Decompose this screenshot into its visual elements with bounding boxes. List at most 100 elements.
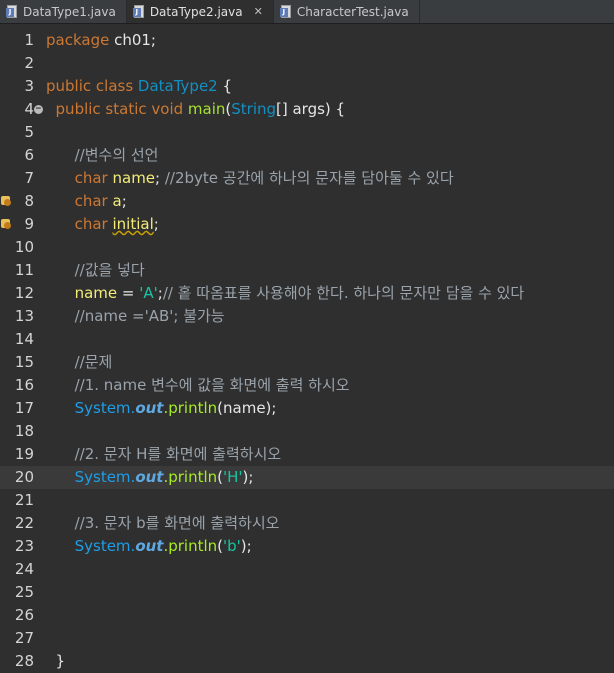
- code-token: DataType2: [137, 77, 218, 95]
- code-text[interactable]: System.out.println('b');: [46, 535, 252, 558]
- code-text[interactable]: System.out.println('H');: [46, 466, 254, 489]
- code-line[interactable]: 28 }: [0, 650, 614, 673]
- code-token: ch01;: [114, 31, 156, 49]
- code-token: //3. 문자 b를 화면에 출력하시오: [46, 514, 280, 532]
- code-token: //문제: [46, 353, 113, 371]
- code-line[interactable]: 11 //값을 넣다: [0, 259, 614, 282]
- code-text[interactable]: public class DataType2 {: [46, 75, 232, 98]
- line-number: 22: [14, 514, 34, 532]
- code-line[interactable]: 10: [0, 236, 614, 259]
- code-text[interactable]: name = 'A';// 홑 따옴표를 사용해야 한다. 하나의 문자만 담을…: [46, 282, 525, 305]
- code-line[interactable]: 13 //name ='AB'; 불가능: [0, 305, 614, 328]
- line-number: 8: [24, 192, 34, 210]
- code-token: ;: [153, 215, 159, 233]
- code-text[interactable]: //2. 문자 H를 화면에 출력하시오: [46, 443, 282, 466]
- code-token: 'A': [139, 284, 158, 302]
- tab-datatype2[interactable]: J DataType2.java ✕: [126, 0, 274, 23]
- java-file-icon: J: [279, 4, 292, 19]
- code-text[interactable]: //문제: [46, 351, 113, 374]
- code-line[interactable]: 17 System.out.println(name);: [0, 397, 614, 420]
- line-number: 18: [14, 422, 34, 440]
- code-line[interactable]: 12 name = 'A';// 홑 따옴표를 사용해야 한다. 하나의 문자만…: [0, 282, 614, 305]
- line-number: 28: [14, 652, 34, 670]
- code-line[interactable]: 4− public static void main(String[] args…: [0, 98, 614, 121]
- code-token: 'H': [223, 468, 243, 486]
- code-line[interactable]: 18: [0, 420, 614, 443]
- code-token: .println: [163, 468, 218, 486]
- code-text[interactable]: char a;: [46, 190, 127, 213]
- code-text[interactable]: //1. name 변수에 값을 화면에 출력 하시오: [46, 374, 350, 397]
- code-token: package: [46, 31, 115, 49]
- code-line[interactable]: 9 char initial;: [0, 213, 614, 236]
- code-line[interactable]: 16 //1. name 변수에 값을 화면에 출력 하시오: [0, 374, 614, 397]
- line-number: 27: [14, 629, 34, 647]
- code-line[interactable]: 5: [0, 121, 614, 144]
- tab-label: DataType1.java: [23, 4, 116, 19]
- code-text[interactable]: //3. 문자 b를 화면에 출력하시오: [46, 512, 280, 535]
- code-line[interactable]: 21: [0, 489, 614, 512]
- code-line[interactable]: 23 System.out.println('b');: [0, 535, 614, 558]
- code-token: System.: [46, 399, 136, 417]
- code-token: );: [242, 468, 254, 486]
- code-line[interactable]: 1 package ch01;: [0, 29, 614, 52]
- code-token: //1. name 변수에 값을 화면에 출력 하시오: [46, 376, 350, 394]
- code-line[interactable]: 7 char name; //2byte 공간에 하나의 문자를 담아둘 수 있…: [0, 167, 614, 190]
- code-line[interactable]: 27: [0, 627, 614, 650]
- code-line[interactable]: 2: [0, 52, 614, 75]
- code-editor[interactable]: 1 package ch01; 2 3 public class DataType2 {…: [0, 24, 614, 671]
- code-token: out: [135, 468, 164, 486]
- line-number: 15: [14, 353, 34, 371]
- code-text[interactable]: }: [46, 650, 66, 673]
- code-line[interactable]: 19 //2. 문자 H를 화면에 출력하시오: [0, 443, 614, 466]
- fold-toggle-icon[interactable]: −: [34, 105, 43, 114]
- code-token: initial: [112, 215, 154, 233]
- line-number: 7: [24, 169, 34, 187]
- line-number: 11: [14, 261, 34, 279]
- code-token: String: [231, 100, 277, 118]
- code-line[interactable]: 14: [0, 328, 614, 351]
- code-token: main: [187, 100, 226, 118]
- line-number: 5: [24, 123, 34, 141]
- code-text[interactable]: //변수의 선언: [46, 144, 159, 167]
- code-text[interactable]: System.out.println(name);: [46, 397, 277, 420]
- code-line[interactable]: 25: [0, 581, 614, 604]
- code-token: char: [46, 169, 113, 187]
- code-token: name: [112, 169, 156, 187]
- line-number: 9: [24, 215, 34, 233]
- close-icon[interactable]: ✕: [254, 5, 263, 18]
- code-token: //2. 문자 H를 화면에 출력하시오: [46, 445, 282, 463]
- code-text[interactable]: char initial;: [46, 213, 159, 236]
- tab-datatype1[interactable]: J DataType1.java: [0, 0, 127, 23]
- tab-charactertest[interactable]: J CharacterTest.java: [274, 0, 420, 23]
- code-text[interactable]: char name; //2byte 공간에 하나의 문자를 담아둘 수 있다: [46, 167, 454, 190]
- code-token: System.: [46, 468, 136, 486]
- line-number: 14: [14, 330, 34, 348]
- code-token: public static void: [46, 100, 188, 118]
- code-token: //변수의 선언: [46, 146, 159, 164]
- code-line[interactable]: 26: [0, 604, 614, 627]
- code-line[interactable]: 22 //3. 문자 b를 화면에 출력하시오: [0, 512, 614, 535]
- code-text[interactable]: package ch01;: [46, 29, 156, 52]
- code-token: .println: [163, 537, 218, 555]
- code-token: 'b': [223, 537, 241, 555]
- line-number: 25: [14, 583, 34, 601]
- code-token: a: [112, 192, 122, 210]
- code-token: }: [46, 652, 66, 670]
- code-token: name: [46, 284, 118, 302]
- code-line[interactable]: 3 public class DataType2 {: [0, 75, 614, 98]
- code-text[interactable]: //값을 넣다: [46, 259, 145, 282]
- code-line[interactable]: 6 //변수의 선언: [0, 144, 614, 167]
- code-token: System.: [46, 537, 136, 555]
- code-line[interactable]: 8 char a;: [0, 190, 614, 213]
- line-number: 2: [24, 54, 34, 72]
- code-text[interactable]: public static void main(String[] args) {: [46, 98, 346, 121]
- code-text[interactable]: //name ='AB'; 불가능: [46, 305, 225, 328]
- code-line[interactable]: 20 System.out.println('H');: [0, 466, 614, 489]
- code-token: //값을 넣다: [46, 261, 145, 279]
- line-number: 23: [14, 537, 34, 555]
- code-line[interactable]: 15 //문제: [0, 351, 614, 374]
- code-token: =: [117, 284, 140, 302]
- line-number: 12: [14, 284, 34, 302]
- line-number: 20: [14, 468, 34, 486]
- code-line[interactable]: 24: [0, 558, 614, 581]
